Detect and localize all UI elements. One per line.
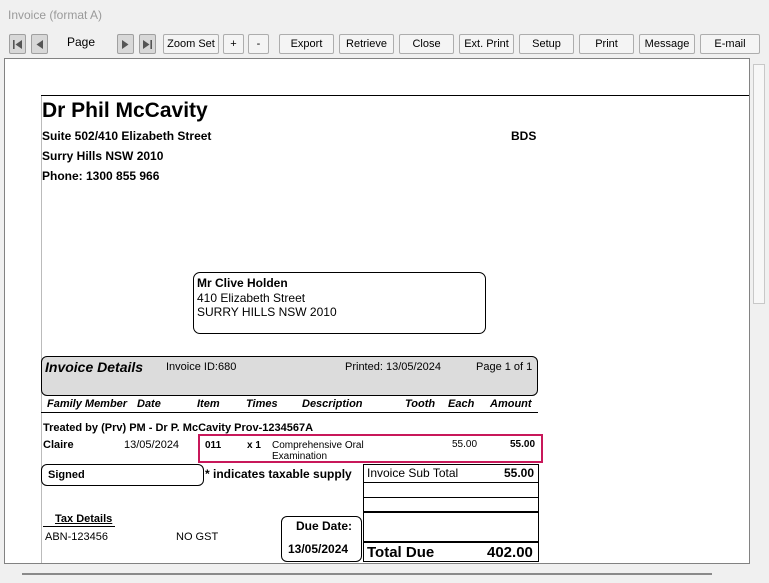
tax-details-title: Tax Details bbox=[55, 513, 113, 525]
document-viewport[interactable]: Dr Phil McCavity Suite 502/410 Elizabeth… bbox=[4, 58, 750, 564]
line-amount: 55.00 bbox=[510, 439, 536, 450]
col-times: Times bbox=[246, 398, 278, 410]
ext-print-button[interactable]: Ext. Print bbox=[459, 34, 514, 54]
horizontal-scroll-thumb[interactable] bbox=[22, 573, 712, 575]
email-button[interactable]: E-mail bbox=[700, 34, 760, 54]
line-item-code: 011 bbox=[205, 440, 222, 451]
totals-rule-2 bbox=[364, 497, 538, 498]
practice-address-line2: Surry Hills NSW 2010 bbox=[42, 149, 164, 163]
recipient-name: Mr Clive Holden bbox=[197, 276, 288, 290]
practice-name: Dr Phil McCavity bbox=[42, 99, 208, 122]
totals-rule-3 bbox=[364, 511, 538, 513]
recipient-address-line1: 410 Elizabeth Street bbox=[197, 291, 306, 305]
totals-rule-4 bbox=[364, 541, 538, 543]
last-page-button[interactable] bbox=[139, 34, 156, 54]
line-date: 13/05/2024 bbox=[124, 439, 180, 451]
retrieve-button[interactable]: Retrieve bbox=[339, 34, 394, 54]
printed-date: Printed: 13/05/2024 bbox=[345, 361, 442, 373]
setup-button[interactable]: Setup bbox=[519, 34, 574, 54]
total-due-label: Total Due bbox=[367, 544, 435, 561]
totals-box: Invoice Sub Total 55.00 Total Due 402.00 bbox=[363, 464, 539, 562]
col-date: Date bbox=[137, 398, 161, 410]
zoom-out-button[interactable]: - bbox=[248, 34, 269, 54]
first-page-button[interactable] bbox=[9, 34, 26, 54]
print-button[interactable]: Print bbox=[579, 34, 634, 54]
subtotal-label: Invoice Sub Total bbox=[367, 466, 459, 480]
practice-phone: Phone: 1300 855 966 bbox=[42, 169, 160, 183]
prev-page-icon bbox=[36, 39, 43, 49]
line-description-2: Examination bbox=[272, 451, 328, 462]
close-button[interactable]: Close bbox=[399, 34, 454, 54]
col-each: Each bbox=[448, 398, 475, 410]
tax-gst: NO GST bbox=[176, 531, 219, 543]
due-date-box: Due Date: 13/05/2024 bbox=[281, 516, 362, 562]
tax-abn: ABN-123456 bbox=[45, 531, 108, 543]
signed-box: Signed bbox=[41, 464, 204, 486]
practice-address-line1: Suite 502/410 Elizabeth Street bbox=[42, 129, 212, 143]
zoom-set-button[interactable]: Zoom Set bbox=[163, 34, 219, 54]
left-margin-line bbox=[41, 96, 42, 563]
highlighted-line-item[interactable]: 011 x 1 Comprehensive Oral Examination 5… bbox=[198, 434, 543, 463]
zoom-in-button[interactable]: + bbox=[223, 34, 244, 54]
signed-label: Signed bbox=[48, 469, 85, 481]
page-count: Page 1 of 1 bbox=[476, 361, 533, 373]
message-button[interactable]: Message bbox=[639, 34, 695, 54]
export-button[interactable]: Export bbox=[279, 34, 334, 54]
line-times: x 1 bbox=[247, 440, 261, 451]
total-due-value: 402.00 bbox=[487, 544, 533, 561]
column-header-rule bbox=[41, 412, 538, 413]
due-date-label: Due Date: bbox=[296, 519, 353, 533]
due-date-value: 13/05/2024 bbox=[288, 542, 349, 556]
line-description-1: Comprehensive Oral bbox=[272, 440, 364, 451]
prev-page-button[interactable] bbox=[31, 34, 48, 54]
subtotal-value: 55.00 bbox=[504, 466, 535, 480]
window-title: Invoice (format A) bbox=[8, 8, 103, 22]
totals-rule-1 bbox=[364, 482, 538, 483]
invoice-details-header: Invoice Details Invoice ID:680 Printed: … bbox=[41, 356, 538, 396]
first-page-icon bbox=[13, 39, 22, 49]
next-page-button[interactable] bbox=[117, 34, 134, 54]
col-amount: Amount bbox=[490, 398, 532, 410]
col-tooth: Tooth bbox=[405, 398, 436, 410]
col-description: Description bbox=[302, 398, 363, 410]
col-item: Item bbox=[197, 398, 220, 410]
taxable-note: * indicates taxable supply bbox=[205, 467, 352, 481]
treated-by: Treated by (Prv) PM - Dr P. McCavity Pro… bbox=[43, 422, 314, 434]
col-family-member: Family Member bbox=[47, 398, 128, 410]
next-page-icon bbox=[122, 39, 129, 49]
vertical-scroll-thumb[interactable] bbox=[753, 64, 765, 304]
recipient-address-line2: SURRY HILLS NSW 2010 bbox=[197, 305, 337, 319]
header-rule bbox=[41, 95, 749, 96]
invoice-details-title: Invoice Details bbox=[45, 359, 144, 375]
last-page-icon bbox=[143, 39, 152, 49]
line-patient: Claire bbox=[43, 439, 74, 451]
invoice-id: Invoice ID:680 bbox=[166, 361, 237, 373]
line-each: 55.00 bbox=[452, 439, 478, 450]
practice-qualification: BDS bbox=[511, 129, 537, 143]
tax-details-rule bbox=[43, 526, 115, 527]
page-label: Page bbox=[67, 35, 96, 49]
recipient-address-box: Mr Clive Holden 410 Elizabeth Street SUR… bbox=[193, 272, 486, 334]
